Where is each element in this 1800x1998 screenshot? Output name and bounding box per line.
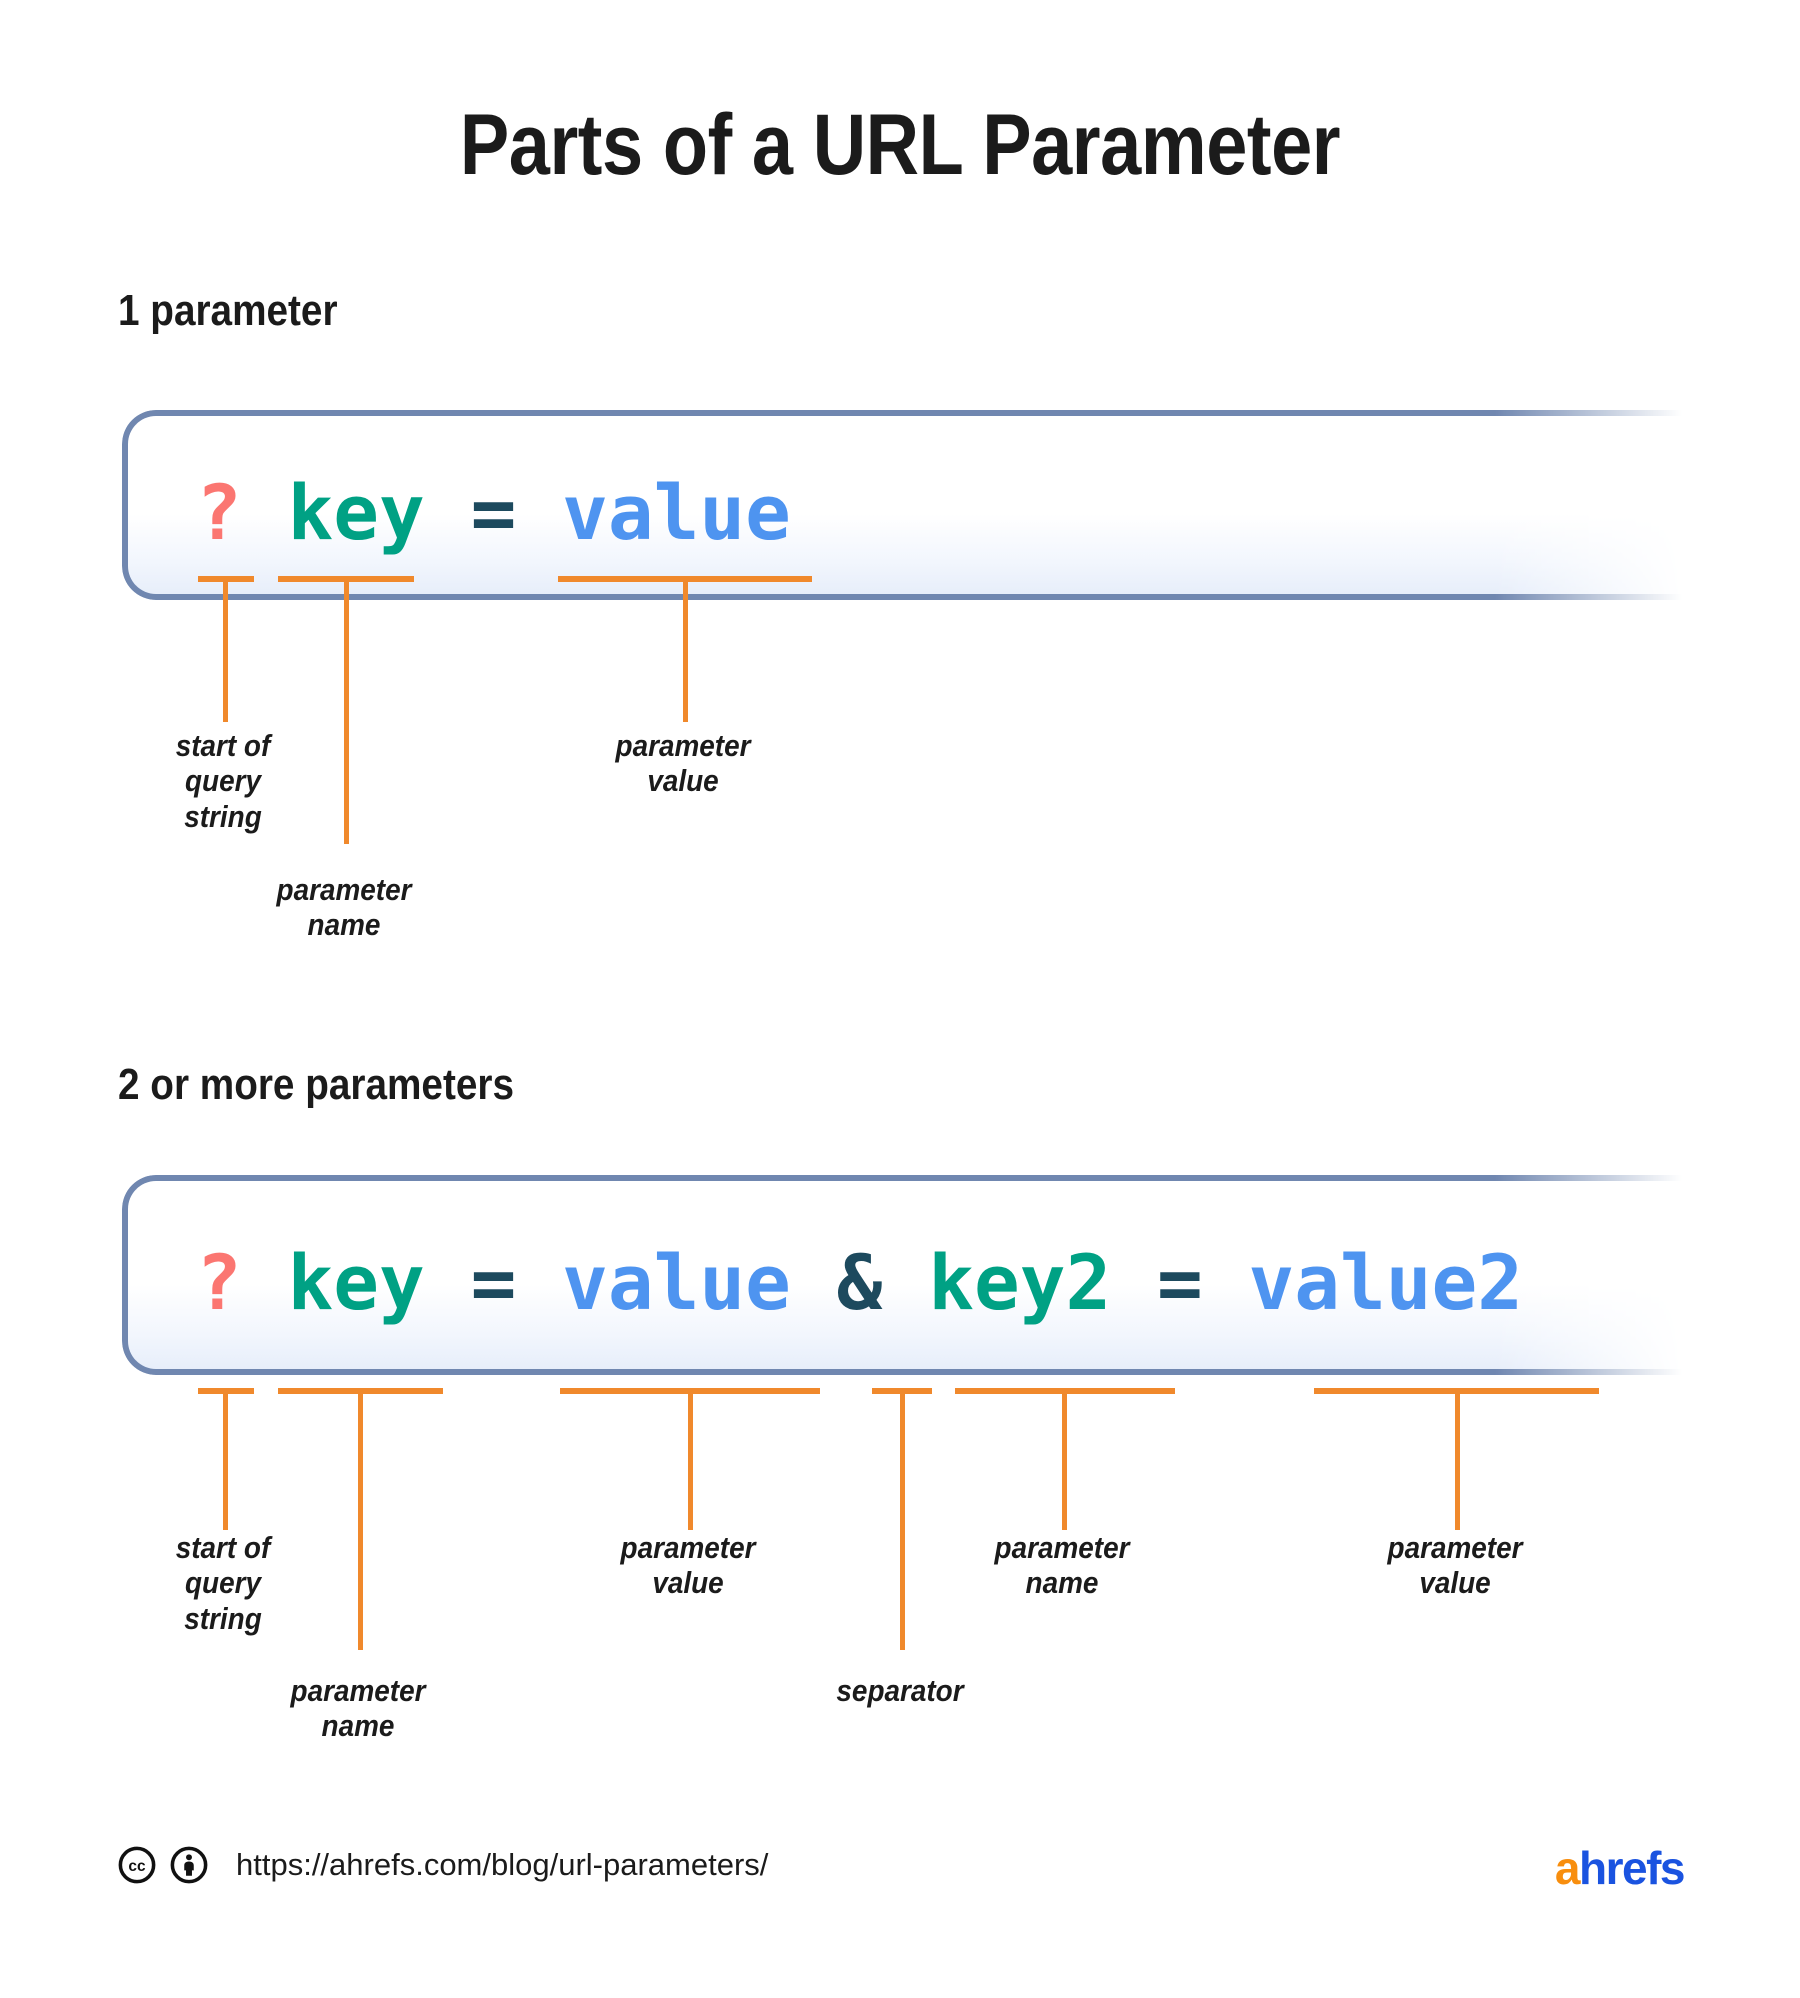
- ahrefs-logo-a: a: [1554, 1842, 1581, 1894]
- section-heading-one-parameter: 1 parameter: [118, 286, 338, 335]
- attribution-person-icon: [170, 1846, 208, 1884]
- ahrefs-logo-rest: hrefs: [1579, 1842, 1685, 1894]
- token-equals: =: [470, 1238, 517, 1327]
- token-query-mark: ?: [196, 468, 242, 557]
- annotation-parameter-name-1: parameter name: [276, 872, 412, 943]
- token-param-value: value: [562, 468, 791, 557]
- token-param-name: key: [287, 1238, 425, 1327]
- code-line-multiple-parameters: ? key = value & key2 = value2: [196, 1238, 1523, 1327]
- ahrefs-logo: ahrefs: [1554, 1841, 1686, 1895]
- token-param-name-2: key2: [928, 1238, 1112, 1327]
- annotation-separator-2: separator: [836, 1673, 964, 1708]
- token-equals: =: [470, 468, 517, 557]
- creative-commons-icon: cc: [118, 1846, 156, 1884]
- dropline-separator-2: [900, 1388, 905, 1650]
- annotation-parameter-value-1: parameter value: [615, 728, 751, 799]
- dropline-param-name-2a: [358, 1388, 363, 1650]
- dropline-query-mark-1: [223, 576, 228, 722]
- token-param-value: value: [562, 1238, 791, 1327]
- section-heading-two-or-more-parameters: 2 or more parameters: [118, 1060, 514, 1109]
- dropline-param-name-2b: [1062, 1388, 1067, 1530]
- dropline-query-mark-2: [223, 1388, 228, 1530]
- annotation-parameter-name-2b: parameter name: [994, 1530, 1130, 1601]
- annotation-parameter-value-2b: parameter value: [1387, 1530, 1523, 1601]
- annotation-start-of-query-string-1: start of query string: [175, 728, 271, 834]
- annotation-start-of-query-string-2: start of query string: [175, 1530, 271, 1636]
- annotation-parameter-name-2a: parameter name: [290, 1673, 426, 1744]
- token-separator: &: [836, 1238, 883, 1327]
- footer-left: cc https://ahrefs.com/blog/url-parameter…: [118, 1846, 768, 1884]
- dropline-param-value-1: [683, 576, 688, 722]
- svg-text:cc: cc: [128, 1858, 146, 1875]
- token-query-mark: ?: [196, 1238, 242, 1327]
- dropline-param-value-2b: [1455, 1388, 1460, 1530]
- code-line-one-parameter: ? key = value: [196, 468, 791, 557]
- token-param-name: key: [287, 468, 425, 557]
- page-title: Parts of a URL Parameter: [459, 97, 1341, 193]
- footer-url[interactable]: https://ahrefs.com/blog/url-parameters/: [236, 1847, 768, 1883]
- annotation-parameter-value-2a: parameter value: [620, 1530, 756, 1601]
- token-equals-2: =: [1156, 1238, 1203, 1327]
- dropline-param-value-2a: [688, 1388, 693, 1530]
- token-param-value-2: value2: [1248, 1238, 1524, 1327]
